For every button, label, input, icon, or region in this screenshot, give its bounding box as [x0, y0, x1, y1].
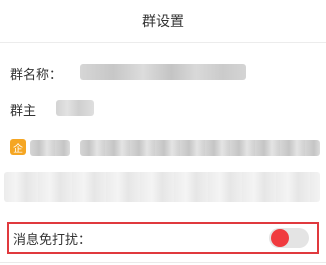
- do-not-disturb-row: 消息免打扰：: [7, 222, 319, 254]
- do-not-disturb-toggle[interactable]: [269, 228, 309, 248]
- member-info-redacted-1: [30, 140, 70, 156]
- group-owner-label: 群主: [10, 103, 37, 119]
- group-name-value-redacted: [80, 64, 246, 80]
- member-info-redacted-2: [80, 140, 320, 156]
- enterprise-badge-text: 企: [13, 143, 23, 155]
- group-name-label: 群名称：: [10, 67, 63, 83]
- divider: [0, 262, 326, 263]
- group-owner-value-redacted: [56, 100, 94, 116]
- toggle-knob: [271, 229, 289, 247]
- group-owner-row: 群主: [0, 98, 326, 120]
- do-not-disturb-label: 消息免打扰：: [13, 232, 92, 248]
- enterprise-badge-icon: 企: [10, 139, 26, 155]
- page-title: 群设置: [142, 14, 184, 30]
- group-notice-redacted: [4, 172, 320, 202]
- page-header: 群设置: [0, 0, 326, 43]
